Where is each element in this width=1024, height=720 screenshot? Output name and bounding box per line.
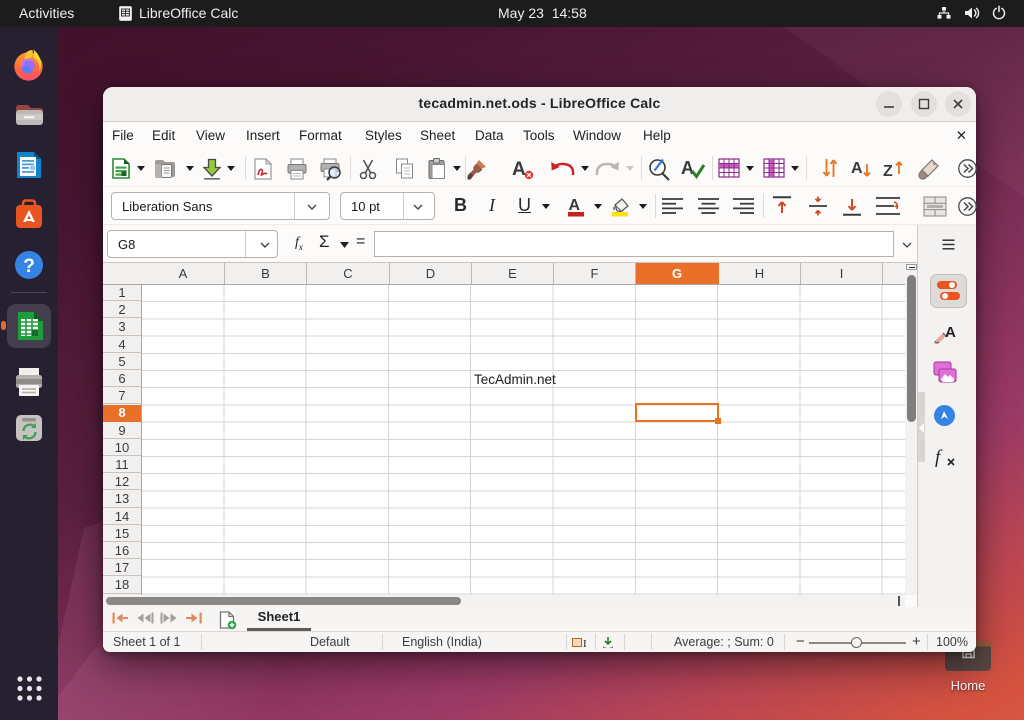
- svg-text:Z: Z: [883, 163, 893, 180]
- svg-text:A: A: [512, 159, 526, 180]
- svg-text:A: A: [569, 197, 581, 214]
- svg-text:I: I: [583, 638, 587, 648]
- svg-text:A: A: [851, 160, 863, 177]
- svg-text:A: A: [945, 324, 956, 341]
- svg-text:A: A: [681, 158, 694, 178]
- svg-text:?: ?: [23, 256, 35, 277]
- svg-text:f: f: [935, 447, 943, 467]
